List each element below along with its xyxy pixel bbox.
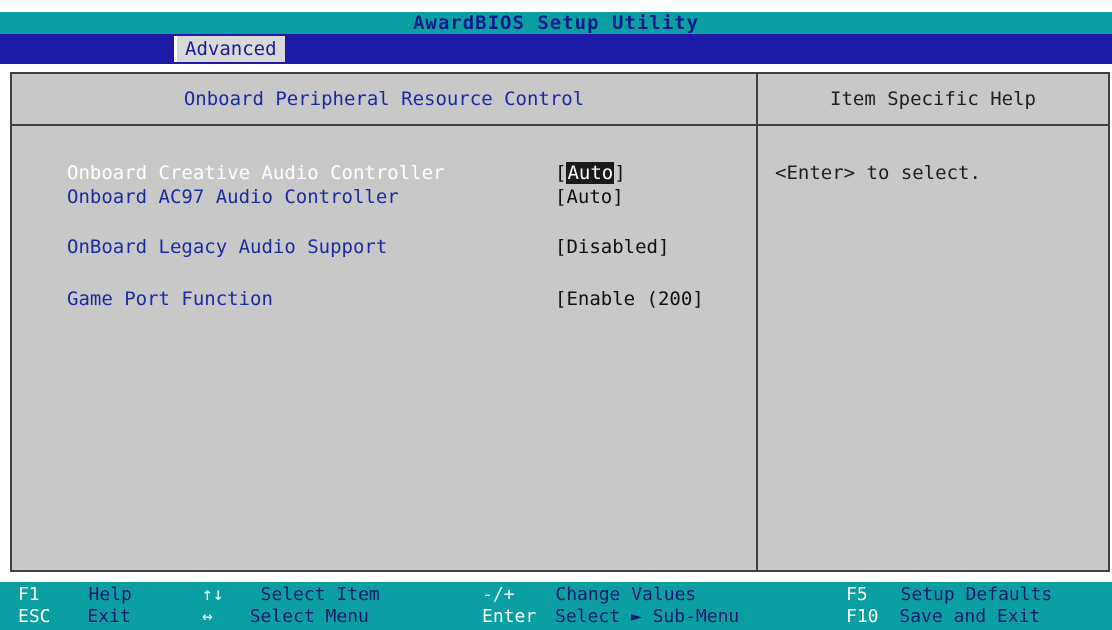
header-divider xyxy=(12,124,1108,126)
key-desc: Save and Exit xyxy=(899,606,1041,627)
setting-value[interactable]: [Auto] xyxy=(555,184,624,210)
key: -/+ xyxy=(482,584,515,605)
key-hint-sub-menu: Enter Select ► Sub-Menu xyxy=(482,606,739,628)
setting-value[interactable]: [Disabled] xyxy=(555,234,669,260)
menu-bar: Advanced xyxy=(0,34,1112,64)
key: ↔ xyxy=(202,606,213,627)
key-hint-change-values: -/+ Change Values xyxy=(482,584,696,606)
panel-divider xyxy=(756,74,758,570)
app-title: AwardBIOS Setup Utility xyxy=(412,12,700,34)
key-desc: Select ► Sub-Menu xyxy=(555,606,740,627)
setting-row-creative-audio[interactable]: Onboard Creative Audio Controller [Auto] xyxy=(67,160,747,186)
key: F10 xyxy=(846,606,879,627)
key-desc: Select Menu xyxy=(249,606,369,627)
tab-advanced[interactable]: Advanced xyxy=(174,36,285,62)
key-desc: Select Item xyxy=(260,584,380,605)
key-hint-select-menu: ↔ Select Menu xyxy=(202,606,369,628)
setting-row-ac97-audio[interactable]: Onboard AC97 Audio Controller [Auto] xyxy=(67,184,747,210)
help-text: <Enter> to select. xyxy=(775,162,981,184)
key-hint-exit: ESC Exit xyxy=(18,606,131,628)
setting-value[interactable]: [Enable (200] xyxy=(555,286,704,312)
selected-value-highlight[interactable]: Auto xyxy=(566,162,615,184)
setting-row-legacy-audio[interactable]: OnBoard Legacy Audio Support [Disabled] xyxy=(67,234,747,260)
setting-row-game-port[interactable]: Game Port Function [Enable (200] xyxy=(67,286,747,312)
key-desc: Help xyxy=(88,584,132,605)
main-panel: Onboard Peripheral Resource Control Item… xyxy=(10,72,1110,572)
key: F5 xyxy=(846,584,868,605)
setting-label: Game Port Function xyxy=(67,288,273,310)
setting-label: Onboard Creative Audio Controller xyxy=(67,162,445,184)
key-hint-help: F1 Help xyxy=(18,584,132,606)
panel-title: Onboard Peripheral Resource Control xyxy=(183,88,585,110)
key-hint-save-exit: F10 Save and Exit xyxy=(846,606,1040,628)
app-title-bar: AwardBIOS Setup Utility xyxy=(0,12,1112,34)
key-desc: Exit xyxy=(87,606,131,627)
key: ↑↓ xyxy=(202,584,224,605)
key-desc: Change Values xyxy=(555,584,697,605)
footer-keys: F1 Help ESC Exit ↑↓ Select Item ↔ Select… xyxy=(0,582,1112,630)
key-desc: Setup Defaults xyxy=(900,584,1053,605)
help-title: Item Specific Help xyxy=(830,88,1036,110)
setting-label: OnBoard Legacy Audio Support xyxy=(67,236,388,258)
setting-value[interactable]: [Auto] xyxy=(555,160,626,186)
key: F1 xyxy=(18,584,40,605)
key: ESC xyxy=(18,606,51,627)
key-hint-setup-defaults: F5 Setup Defaults xyxy=(846,584,1052,606)
key: Enter xyxy=(482,606,537,627)
key-hint-select-item: ↑↓ Select Item xyxy=(202,584,380,606)
setting-label: Onboard AC97 Audio Controller xyxy=(67,186,399,208)
